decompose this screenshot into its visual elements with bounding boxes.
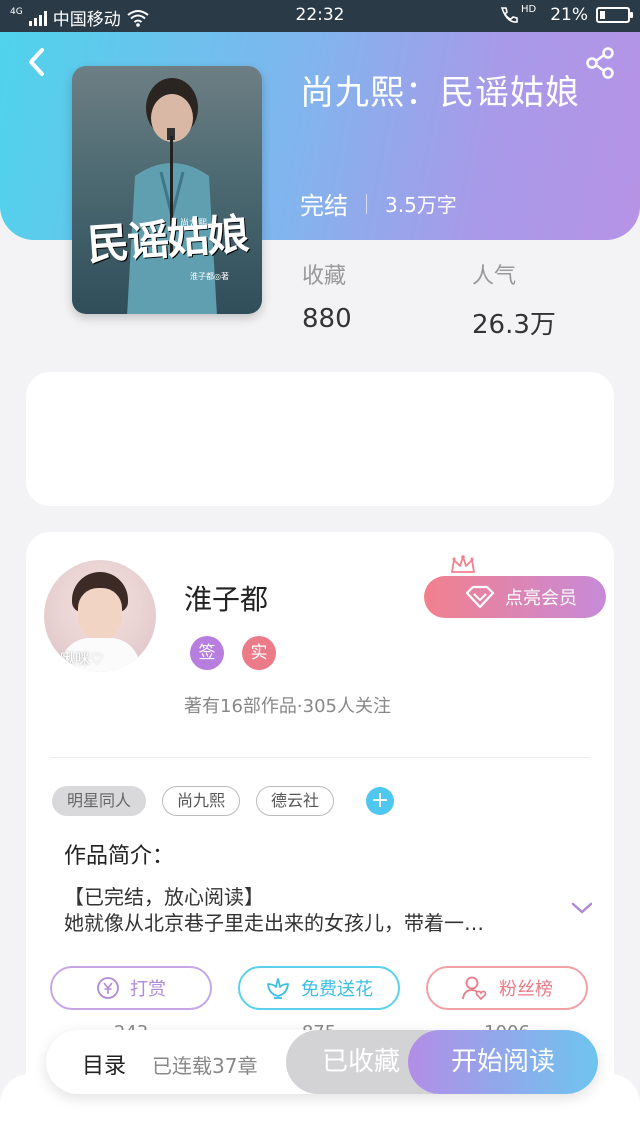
intro-text[interactable]: 【已完结，放心阅读】 她就像从北京巷子里走出来的女孩儿，带着一… <box>64 884 564 936</box>
stat-popularity: 人气 26.3万 <box>472 258 556 341</box>
vip-button[interactable]: 点亮会员 <box>424 576 606 618</box>
start-reading-button[interactable]: 开始阅读 <box>408 1030 598 1094</box>
meta-divider <box>366 193 367 214</box>
call-icon <box>500 7 518 23</box>
book-cover[interactable]: 尚九熙 民谣姑娘 淮子都◎著 <box>72 66 262 314</box>
cover-title-art: 民谣姑娘 <box>85 209 249 270</box>
chevron-down-icon[interactable] <box>570 900 594 916</box>
book-title: 尚九熙：民谣姑娘 <box>300 73 580 113</box>
intro-title: 作品简介： <box>64 844 175 869</box>
back-arrow-icon[interactable] <box>22 44 52 80</box>
cover-author-label: 淮子都◎著 <box>190 272 229 281</box>
flower-icon <box>267 978 289 999</box>
send-flower-button[interactable]: 免费送花 <box>238 966 400 1010</box>
battery-icon <box>596 7 633 23</box>
intro-line: 她就像从北京巷子里走出来的女孩儿，带着一… <box>64 911 484 935</box>
stat-value: 26.3万 <box>472 310 556 340</box>
avatar[interactable]: 啾咪♡ <box>44 560 156 672</box>
book-meta: 完结 3.5万字 <box>300 186 457 221</box>
user-heart-icon <box>462 976 487 1001</box>
author-name[interactable]: 淮子都 <box>184 578 268 618</box>
vip-button-label: 点亮会员 <box>505 588 577 609</box>
diamond-icon <box>465 585 495 609</box>
tag-item[interactable]: 明星同人 <box>52 786 147 816</box>
fan-ranking-button[interactable]: 粉丝榜 <box>426 966 588 1010</box>
word-count: 3.5万字 <box>385 193 457 217</box>
intro-line: 【已完结，放心阅读】 <box>64 885 264 909</box>
book-status: 完结 <box>300 192 348 220</box>
reward-label: 打赏 <box>130 979 166 1000</box>
chapter-count: 已连载37章 <box>152 1054 258 1078</box>
stat-favorites: 收藏 880 <box>302 258 352 334</box>
yuan-coin-icon <box>97 977 119 999</box>
battery-percent: 21% <box>550 5 588 25</box>
stat-label: 人气 <box>472 264 517 289</box>
verified-badge: 实 <box>242 636 276 670</box>
reward-button[interactable]: 打赏 <box>50 966 212 1010</box>
card-divider <box>50 757 590 758</box>
signed-badge: 签 <box>190 636 224 670</box>
tag-item[interactable]: 德云社 <box>256 786 335 816</box>
send-flower-label: 免费送花 <box>301 979 373 1000</box>
avatar-face <box>78 588 122 640</box>
stat-value: 880 <box>302 304 352 334</box>
author-stats: 著有16部作品·305人关注 <box>184 696 391 717</box>
avatar-watermark: 啾咪♡ <box>60 650 104 668</box>
stat-label: 收藏 <box>302 264 347 289</box>
empty-card <box>26 372 614 506</box>
hd-indicator: HD <box>520 3 537 15</box>
status-bar: 4G 中国移动 22:32 HD 21% <box>0 0 640 32</box>
tag-list: 明星同人 尚九熙 德云社 + <box>52 786 395 816</box>
add-tag-button[interactable]: + <box>366 787 395 815</box>
tag-item[interactable]: 尚九熙 <box>162 786 241 816</box>
fan-ranking-label: 粉丝榜 <box>499 979 553 1000</box>
bottom-action-bar: 目录 已连载37章 已收藏 开始阅读 <box>46 1030 598 1094</box>
crown-icon <box>451 555 475 573</box>
toc-button[interactable]: 目录 <box>82 1048 126 1080</box>
